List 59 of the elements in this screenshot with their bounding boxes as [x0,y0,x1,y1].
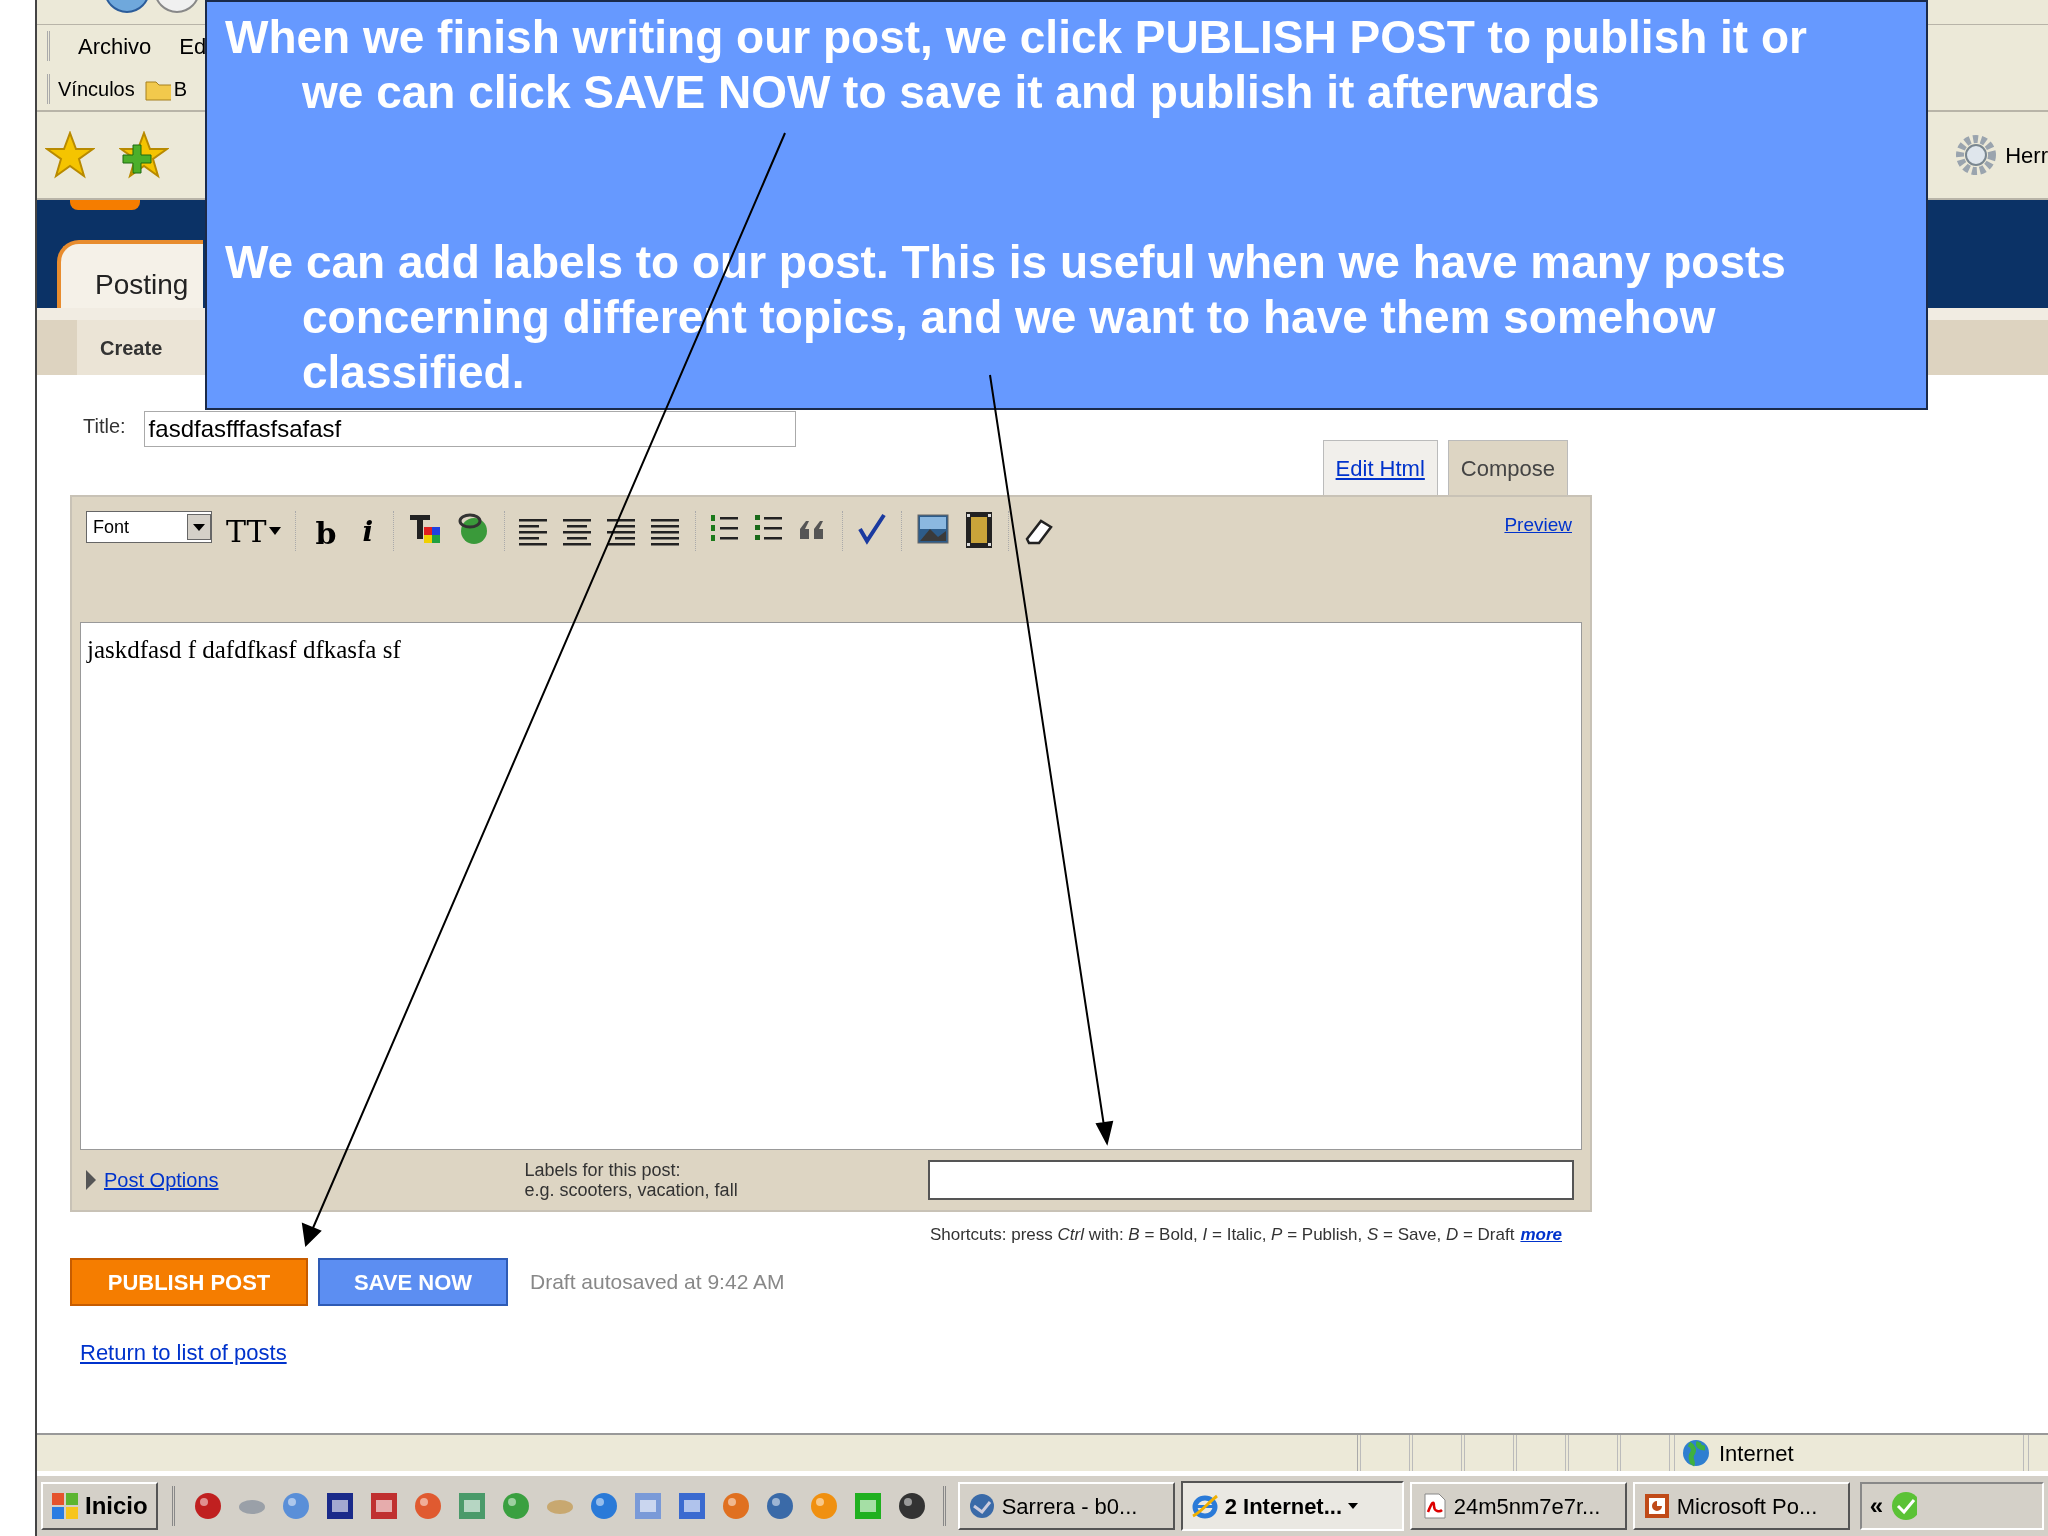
labels-field[interactable] [928,1160,1574,1200]
status-bar-pane [1568,1435,1618,1471]
post-options-link[interactable]: Post Options [86,1165,525,1195]
autosave-status: Draft autosaved at 9:42 AM [530,1269,785,1296]
film-icon[interactable] [964,511,995,549]
status-bar-pane [1516,1435,1566,1471]
title-field[interactable]: fasdfasfffasfsafasf [143,411,796,447]
round-app-icon[interactable] [192,1491,223,1521]
star-icon[interactable] [45,131,95,179]
taskbar-button[interactable]: Sarrera - b0... [957,1482,1175,1530]
status-bar-pane [1360,1435,1410,1471]
mail-app-icon [967,1492,996,1520]
caret-icon [1348,1503,1359,1509]
square-app-icon[interactable] [324,1491,355,1521]
browser-app-icon [1190,1492,1219,1520]
round-app-icon[interactable] [764,1491,795,1521]
labels-title: Labels for this post: [524,1160,682,1180]
mode-tab[interactable]: Compose [1447,440,1568,495]
callout-text: When we finish writing our post, we click PUBLISH POST to publish it or we can click SAVE NOW to save it and publish it afterwards [225,10,1808,120]
post-body-editor[interactable]: jaskdfasd f dafdfkasf dfkasfa sf [80,622,1582,1150]
title-label: Title: [83,414,126,439]
italic-button[interactable]: i [356,511,380,551]
show-hidden-icons-button[interactable]: « [1869,1488,1884,1524]
status-bar-pane [1620,1435,1670,1471]
taskbar-button[interactable]: 2 Internet... [1180,1481,1404,1531]
tools-menu[interactable]: Herr [2005,138,2048,172]
more-link[interactable]: more [1520,1222,1562,1248]
bold-button[interactable]: b [309,511,343,551]
menu-item[interactable]: Archivo [78,29,152,63]
slides-app-icon [1642,1492,1671,1520]
image-icon[interactable] [916,511,951,547]
security-zone-label: Internet [1719,1439,1794,1468]
taskbar-button[interactable]: Microsoft Po... [1632,1482,1850,1530]
font-select[interactable]: Font [86,511,212,543]
round-app-icon[interactable] [896,1491,927,1521]
status-bar-pane [1464,1435,1514,1471]
menu-item[interactable]: Ed [179,29,207,63]
header-tab-marker [70,200,140,210]
start-button[interactable]: Inicio [41,1482,158,1530]
labels-hint: e.g. scooters, vacation, fall [524,1180,739,1200]
add-favorite-icon[interactable] [119,131,169,179]
preview-link[interactable]: Preview [1504,511,1572,540]
posting-tab[interactable]: Posting [57,240,203,308]
globe-icon [1681,1438,1711,1468]
status-bar-pane [1412,1435,1462,1471]
mode-tab[interactable]: Edit Html [1322,440,1438,495]
taskbar-button[interactable]: 24m5nm7e7r... [1409,1482,1627,1530]
square-app-icon[interactable] [676,1491,707,1521]
create-tab[interactable]: Create [77,320,207,375]
spellcheck-icon[interactable] [857,511,888,547]
expand-triangle-icon [86,1170,96,1190]
link-folder-label[interactable]: B [173,73,188,104]
square-app-icon[interactable] [368,1491,399,1521]
caret-icon [268,527,281,535]
links-label: Vínculos [58,76,135,102]
return-link[interactable]: Return to list of posts [80,1336,287,1369]
text-size-button[interactable]: TT [226,511,281,551]
windows-flag-icon [51,1492,79,1520]
shortcuts-hint: Shortcuts: press Ctrl with: B = Bold, I = Italic, P = Publish, S = Save, D = Draft [929,1224,1515,1247]
